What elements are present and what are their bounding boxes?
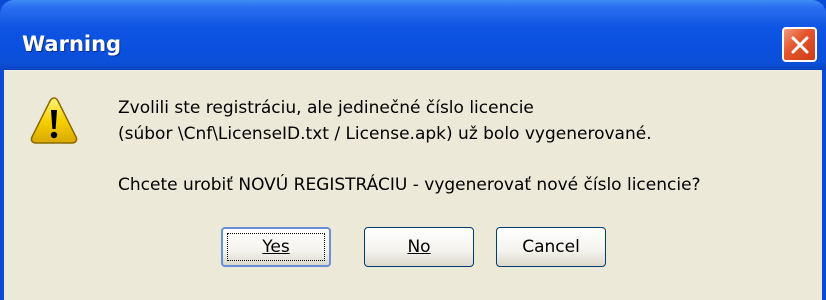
no-button-label: No bbox=[407, 237, 431, 257]
focus-rectangle bbox=[227, 233, 325, 261]
dialog-title: Warning bbox=[22, 32, 122, 56]
title-bar[interactable]: Warning bbox=[0, 0, 826, 70]
dialog-window: Warning Zvolili ste registráciu, ale jed… bbox=[0, 0, 826, 300]
warning-icon bbox=[30, 97, 78, 144]
message-question: Chcete urobiť NOVÚ REGISTRÁCIU - vygener… bbox=[118, 175, 701, 195]
message-line-1: Zvolili ste registráciu, ale jedinečné č… bbox=[118, 98, 534, 118]
close-button[interactable] bbox=[782, 27, 817, 62]
cancel-button-label: Cancel bbox=[522, 237, 580, 257]
yes-button[interactable]: Yes bbox=[221, 227, 331, 267]
close-icon bbox=[791, 36, 809, 54]
cancel-button[interactable]: Cancel bbox=[496, 227, 606, 267]
no-button[interactable]: No bbox=[364, 227, 474, 267]
message-line-2: (súbor \Cnf\LicenseID.txt / License.apk)… bbox=[118, 124, 652, 144]
